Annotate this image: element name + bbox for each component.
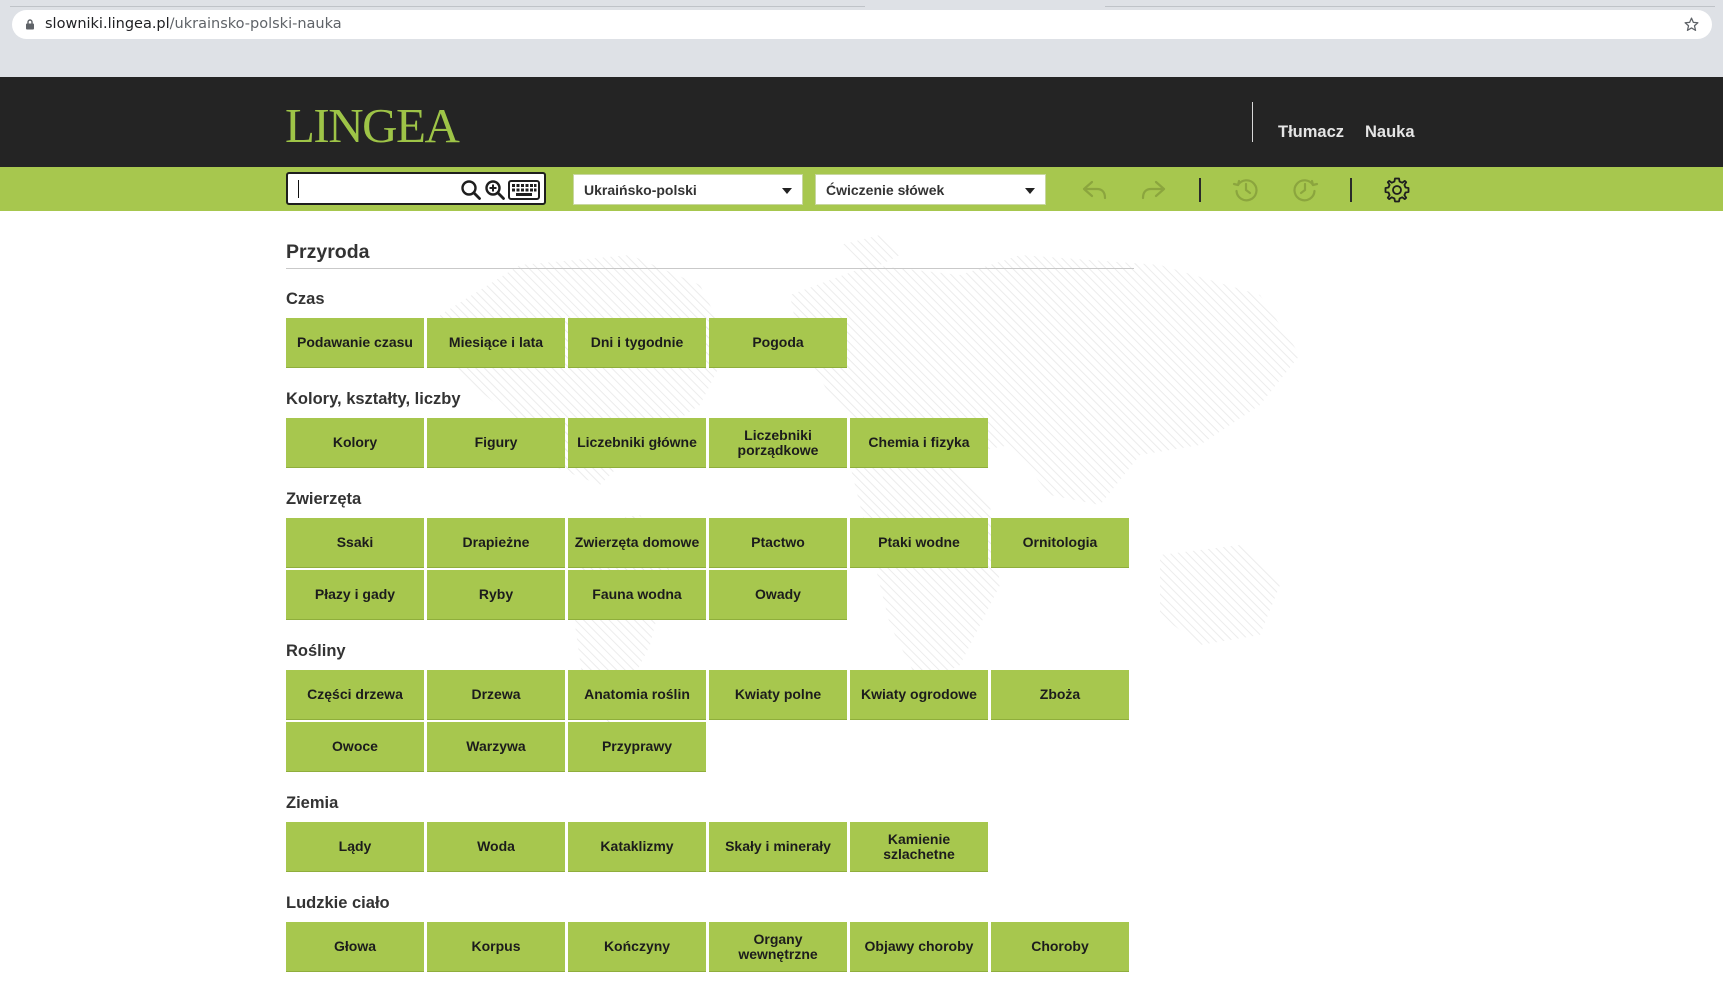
topic-tile[interactable]: Liczebniki główne: [568, 418, 706, 468]
gear-icon[interactable]: [1383, 176, 1411, 204]
history-forward-icon[interactable]: [1291, 176, 1319, 204]
topic-tile[interactable]: Kataklizmy: [568, 822, 706, 872]
search-box: [286, 172, 546, 205]
topic-tile[interactable]: Kończyny: [568, 922, 706, 972]
topic-tile[interactable]: Figury: [427, 418, 565, 468]
topic-tile[interactable]: Korpus: [427, 922, 565, 972]
topic-tile[interactable]: Kwiaty ogrodowe: [850, 670, 988, 720]
dictionary-select-value: Ukraińsko-polski: [584, 182, 697, 198]
topic-tile[interactable]: Kamienie szlachetne: [850, 822, 988, 872]
chevron-down-icon: [1025, 188, 1035, 194]
topic-tile[interactable]: Warzywa: [427, 722, 565, 772]
topic-tile[interactable]: Objawy choroby: [850, 922, 988, 972]
toolbar: Ukraińsko-polski Ćwiczenie słówek: [0, 167, 1723, 211]
topic-tile[interactable]: Owoce: [286, 722, 424, 772]
topic-tile[interactable]: Owady: [709, 570, 847, 620]
topic-tile[interactable]: Głowa: [286, 922, 424, 972]
topic-tile[interactable]: Płazy i gady: [286, 570, 424, 620]
page-title: Przyroda: [286, 241, 370, 263]
topic-tile[interactable]: Drapieżne: [427, 518, 565, 568]
url-path: /ukrainsko-polski-nauka: [169, 16, 342, 32]
topic-tile[interactable]: Dni i tygodnie: [568, 318, 706, 368]
section-title: Ziemia: [286, 794, 339, 812]
toolbar-divider: [1199, 178, 1201, 202]
topic-tile[interactable]: Przyprawy: [568, 722, 706, 772]
lock-icon: [26, 19, 34, 30]
forward-arrow-icon[interactable]: [1139, 176, 1167, 204]
topic-tile[interactable]: Fauna wodna: [568, 570, 706, 620]
nav-link-nauka[interactable]: Nauka: [1365, 123, 1415, 142]
back-arrow-icon[interactable]: [1081, 176, 1109, 204]
topic-tile[interactable]: Ssaki: [286, 518, 424, 568]
topic-tile[interactable]: Kwiaty polne: [709, 670, 847, 720]
topic-tile[interactable]: Pogoda: [709, 318, 847, 368]
topic-tile[interactable]: Zboża: [991, 670, 1129, 720]
search-icon[interactable]: [460, 179, 482, 201]
section-title: Czas: [286, 290, 325, 308]
topic-tile[interactable]: Drzewa: [427, 670, 565, 720]
advanced-search-icon[interactable]: [484, 179, 506, 201]
section-title: Zwierzęta: [286, 490, 362, 508]
browser-tab[interactable]: [1105, 0, 1715, 7]
toolbar-divider: [1350, 178, 1352, 202]
topic-tile[interactable]: Choroby: [991, 922, 1129, 972]
world-map-background: [440, 235, 1300, 725]
topic-tile[interactable]: Ptaki wodne: [850, 518, 988, 568]
mode-select-value: Ćwiczenie słówek: [826, 182, 945, 198]
topic-tile[interactable]: Ptactwo: [709, 518, 847, 568]
url-text: slowniki.lingea.pl/ukrainsko-polski-nauk…: [45, 16, 342, 32]
topic-tile[interactable]: Ornitologia: [991, 518, 1129, 568]
site-header: LINGEA Tłumacz Nauka: [0, 77, 1723, 167]
topic-tile[interactable]: Miesiące i lata: [427, 318, 565, 368]
nav-link-tlumacz[interactable]: Tłumacz: [1278, 123, 1344, 142]
section-title: Ludzkie ciało: [286, 894, 390, 912]
section-title: Kolory, kształty, liczby: [286, 390, 461, 408]
search-input[interactable]: [300, 178, 440, 200]
tab-strip: [0, 0, 1723, 8]
history-back-icon[interactable]: [1232, 176, 1260, 204]
topic-tile[interactable]: Woda: [427, 822, 565, 872]
topic-tile[interactable]: Anatomia roślin: [568, 670, 706, 720]
url-host: slowniki.lingea.pl: [45, 16, 170, 32]
topic-tile[interactable]: Skały i minerały: [709, 822, 847, 872]
browser-tab[interactable]: [10, 0, 865, 7]
topic-tile[interactable]: Podawanie czasu: [286, 318, 424, 368]
bookmark-star-icon[interactable]: [1683, 16, 1700, 33]
topic-tile[interactable]: Chemia i fizyka: [850, 418, 988, 468]
topic-tile[interactable]: Kolory: [286, 418, 424, 468]
topic-tile[interactable]: Zwierzęta domowe: [568, 518, 706, 568]
header-divider: [1252, 102, 1253, 142]
dictionary-select[interactable]: Ukraińsko-polski: [573, 174, 803, 205]
topic-tile[interactable]: Organy wewnętrzne: [709, 922, 847, 972]
topic-tile[interactable]: Ryby: [427, 570, 565, 620]
lingea-logo[interactable]: LINGEA: [285, 97, 460, 154]
topic-tile[interactable]: Liczebniki porządkowe: [709, 418, 847, 468]
topic-tile[interactable]: Części drzewa: [286, 670, 424, 720]
text-caret: [298, 180, 299, 198]
address-bar[interactable]: slowniki.lingea.pl/ukrainsko-polski-nauk…: [12, 10, 1712, 39]
topic-tile[interactable]: Lądy: [286, 822, 424, 872]
browser-chrome: slowniki.lingea.pl/ukrainsko-polski-nauk…: [0, 0, 1723, 77]
section-title: Rośliny: [286, 642, 346, 660]
title-divider: [286, 268, 1134, 269]
chevron-down-icon: [782, 188, 792, 194]
keyboard-icon[interactable]: [508, 179, 540, 201]
mode-select[interactable]: Ćwiczenie słówek: [815, 174, 1046, 205]
